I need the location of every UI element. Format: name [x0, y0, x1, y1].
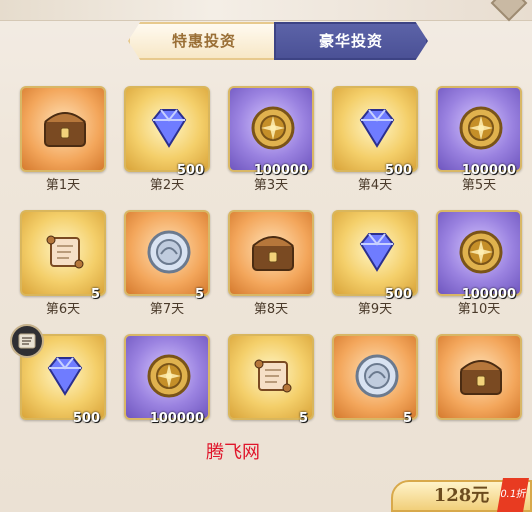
silver-coin-icon	[147, 230, 191, 274]
reward-card	[20, 86, 106, 172]
reward-card	[228, 86, 314, 172]
reward-cell[interactable]: 100000 第10天	[436, 210, 522, 317]
reward-qty: 5	[402, 411, 412, 426]
coin-icon	[147, 354, 191, 398]
reward-cell[interactable]: 500 第9天	[332, 210, 418, 317]
chest-icon	[252, 236, 294, 271]
reward-day-label: 第4天	[357, 178, 393, 193]
reward-cell[interactable]: 第1天	[20, 86, 106, 193]
reward-card	[332, 334, 418, 420]
reward-cell[interactable]: 500 第4天	[332, 86, 418, 193]
coin-icon	[459, 106, 503, 150]
scroll-icon	[46, 235, 84, 269]
reward-cell[interactable]: 100000 第5天	[436, 86, 522, 193]
reward-cell[interactable]: 100000	[124, 334, 210, 430]
reward-cell[interactable]: 500 第2天	[124, 86, 210, 193]
reward-qty: 100000	[149, 411, 204, 426]
reward-cell[interactable]: 第8天	[228, 210, 314, 317]
reward-card	[436, 86, 522, 172]
scroll-icon	[254, 359, 292, 393]
reward-day-label: 第2天	[149, 178, 185, 193]
quest-icon[interactable]	[10, 324, 44, 358]
reward-card	[124, 210, 210, 296]
reward-day-label: 第9天	[357, 302, 393, 317]
reward-day-label: 第10天	[457, 302, 501, 317]
diamond-icon	[47, 357, 83, 396]
reward-day-label: 第3天	[253, 178, 289, 193]
reward-card	[332, 210, 418, 296]
watermark-text: 腾飞网	[206, 442, 260, 463]
reward-card	[20, 210, 106, 296]
reward-grid: 第1天 500 第2天 100000 第3天 500 第4天 100000 第5…	[0, 0, 532, 430]
diamond-icon	[359, 109, 395, 148]
quest-icon-glyph	[18, 333, 36, 349]
coin-icon	[459, 230, 503, 274]
chest-icon	[460, 360, 502, 395]
reward-qty: 500	[72, 411, 100, 426]
reward-cell[interactable]	[436, 334, 522, 430]
reward-card	[124, 86, 210, 172]
reward-day-label: 第7天	[149, 302, 185, 317]
chest-icon	[44, 112, 86, 147]
coin-icon	[251, 106, 295, 150]
reward-card	[228, 334, 314, 420]
reward-cell[interactable]: 5 第7天	[124, 210, 210, 317]
diamond-icon	[359, 233, 395, 272]
reward-card	[332, 86, 418, 172]
reward-card	[436, 334, 522, 420]
diamond-icon	[151, 109, 187, 148]
reward-card	[124, 334, 210, 420]
reward-day-label: 第8天	[253, 302, 289, 317]
reward-card	[228, 210, 314, 296]
reward-day-label: 第1天	[45, 178, 81, 193]
reward-cell[interactable]: 5	[228, 334, 314, 430]
silver-coin-icon	[355, 354, 399, 398]
reward-cell[interactable]: 100000 第3天	[228, 86, 314, 193]
reward-qty: 5	[298, 411, 308, 426]
reward-day-label: 第6天	[45, 302, 81, 317]
reward-cell[interactable]: 5	[332, 334, 418, 430]
reward-day-label: 第5天	[461, 178, 497, 193]
reward-card	[436, 210, 522, 296]
reward-cell[interactable]: 5 第6天	[20, 210, 106, 317]
